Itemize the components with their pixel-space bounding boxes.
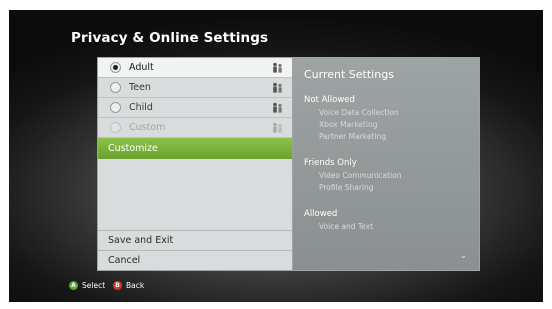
- radio-icon: [110, 102, 121, 113]
- cancel-button[interactable]: Cancel: [98, 250, 292, 270]
- radio-selected-icon: [110, 62, 121, 73]
- setting-item: Partner Marketing: [319, 132, 387, 141]
- scroll-down-icon[interactable]: ⌄: [460, 251, 467, 260]
- b-button-icon: B: [113, 281, 122, 290]
- back-hint-label: Back: [126, 281, 145, 290]
- option-label: Custom: [129, 122, 166, 133]
- setting-item: Profile Sharing: [319, 183, 374, 192]
- section-heading-allowed: Allowed: [304, 209, 338, 219]
- select-hint: A Select: [69, 281, 105, 290]
- radio-icon: [110, 122, 121, 133]
- section-heading-friends-only: Friends Only: [304, 158, 357, 168]
- people-icon: [273, 122, 282, 133]
- people-icon: [273, 102, 282, 113]
- setting-item: Voice Data Collection: [319, 108, 399, 117]
- page-title: Privacy & Online Settings: [71, 30, 269, 46]
- panel-title: Current Settings: [304, 68, 394, 81]
- setting-item: Xbox Marketing: [319, 120, 378, 129]
- customize-button[interactable]: Customize: [98, 138, 292, 159]
- option-label: Adult: [129, 62, 154, 73]
- radio-icon: [110, 82, 121, 93]
- people-icon: [273, 82, 282, 93]
- a-button-icon: A: [69, 281, 78, 290]
- select-hint-label: Select: [82, 281, 106, 290]
- current-settings-panel: Current Settings Not Allowed Voice Data …: [293, 57, 480, 271]
- option-child[interactable]: Child: [98, 98, 292, 118]
- option-label: Teen: [129, 82, 151, 93]
- privacy-settings-screen: Privacy & Online Settings Adult Teen Chi…: [9, 10, 543, 302]
- option-adult[interactable]: Adult: [98, 58, 292, 78]
- option-custom[interactable]: Custom: [98, 118, 292, 138]
- option-teen[interactable]: Teen: [98, 78, 292, 98]
- setting-item: Video Communication: [319, 171, 402, 180]
- privacy-level-menu: Adult Teen Child Custom Customize Save a…: [97, 57, 293, 271]
- people-icon: [273, 62, 282, 73]
- save-and-exit-button[interactable]: Save and Exit: [98, 230, 292, 250]
- section-heading-not-allowed: Not Allowed: [304, 95, 355, 105]
- option-label: Child: [129, 102, 153, 113]
- back-hint: B Back: [113, 281, 144, 290]
- setting-item: Voice and Text: [319, 222, 374, 231]
